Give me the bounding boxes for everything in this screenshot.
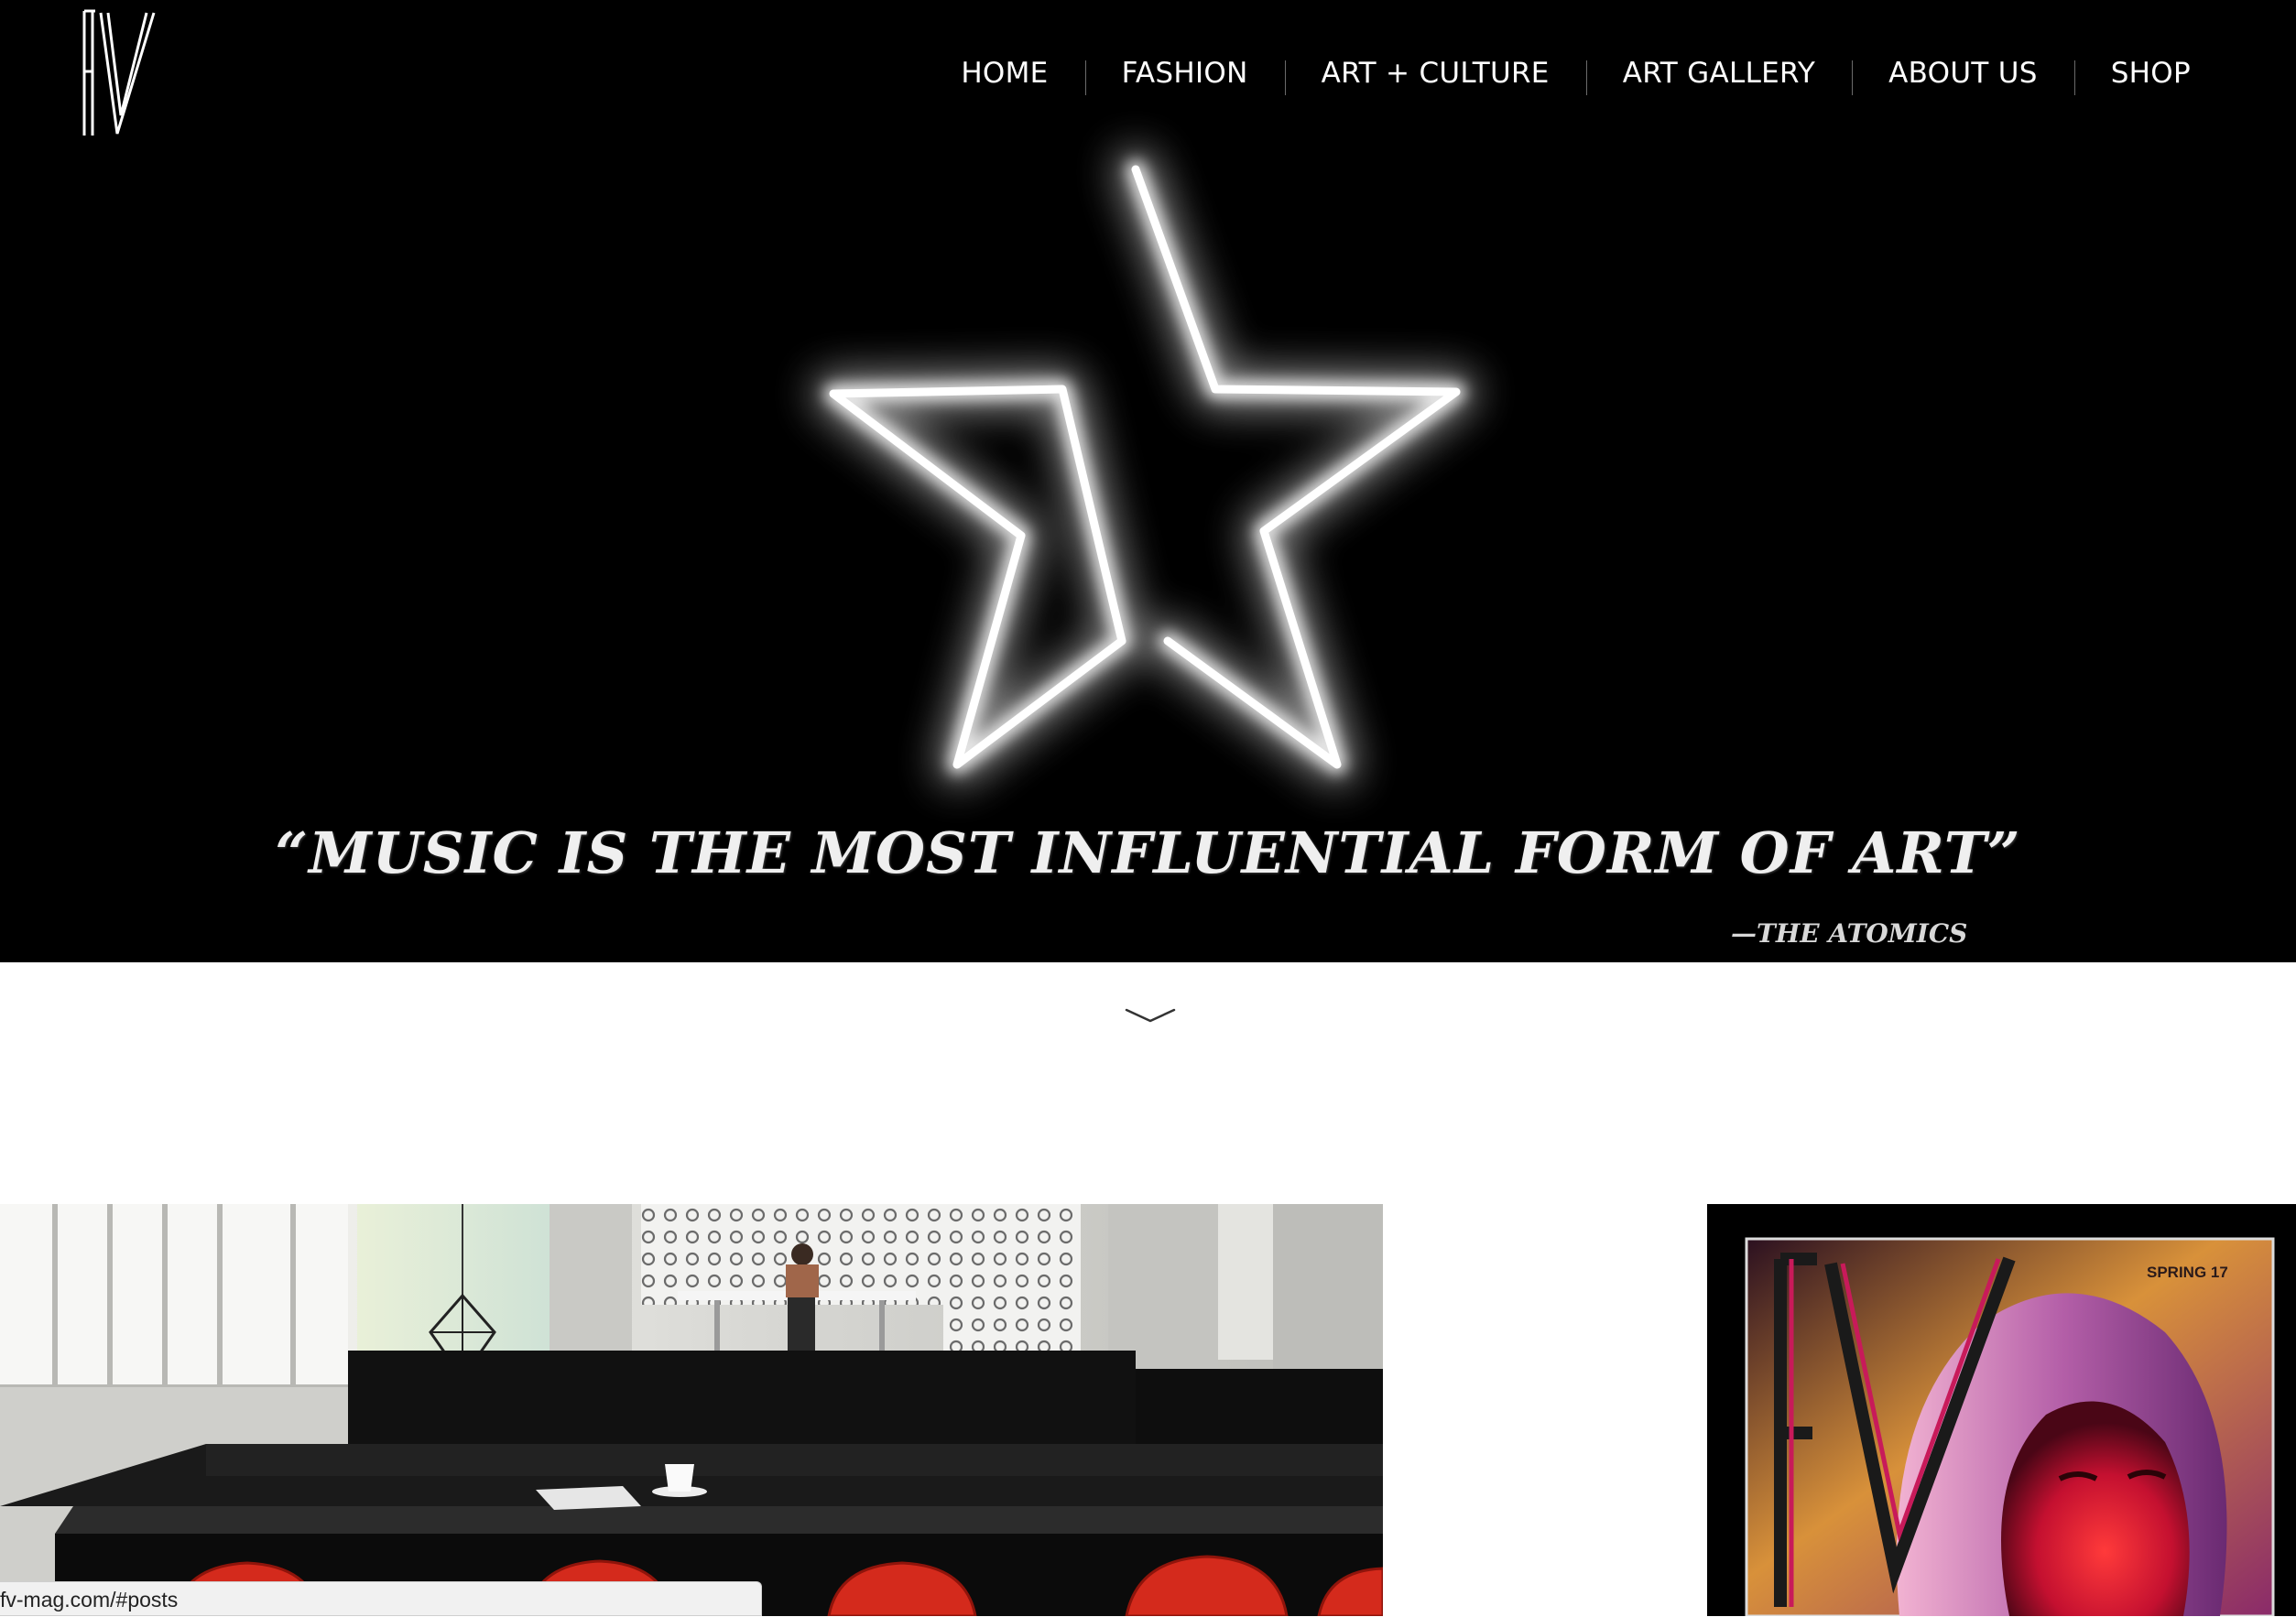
chevron-down-icon[interactable]: [1125, 1004, 1176, 1026]
magazine-cover-card[interactable]: SPRING 17: [1707, 1204, 2296, 1616]
featured-post-image[interactable]: [0, 1204, 1383, 1616]
hero-section: HOME FASHION ART + CULTURE ART GALLERY A…: [0, 0, 2296, 962]
neon-star-image: [812, 148, 1477, 786]
main-nav: HOME FASHION ART + CULTURE ART GALLERY A…: [924, 50, 2296, 96]
status-url: fv-mag.com/#posts: [0, 1588, 179, 1612]
nav-shop[interactable]: SHOP: [2073, 57, 2227, 95]
nav-home[interactable]: HOME: [924, 57, 1084, 90]
nav-art-culture[interactable]: ART + CULTURE: [1284, 57, 1586, 95]
quote-attribution: —THE ATOMICS: [1731, 918, 1968, 949]
hero-quote: “MUSIC IS THE MOST INFLUENTIAL FORM OF A…: [275, 819, 2021, 886]
nav-about-us[interactable]: ABOUT US: [1852, 57, 2074, 95]
nav-art-gallery[interactable]: ART GALLERY: [1585, 57, 1852, 95]
browser-status-bar: fv-mag.com/#posts: [0, 1581, 762, 1616]
magazine-cover-image: SPRING 17: [1707, 1204, 2296, 1616]
cover-issue-label: SPRING 17: [2147, 1264, 2228, 1281]
interior-cafe-photo: [0, 1204, 1383, 1616]
fv-logo[interactable]: [81, 7, 158, 137]
nav-fashion[interactable]: FASHION: [1084, 57, 1285, 95]
